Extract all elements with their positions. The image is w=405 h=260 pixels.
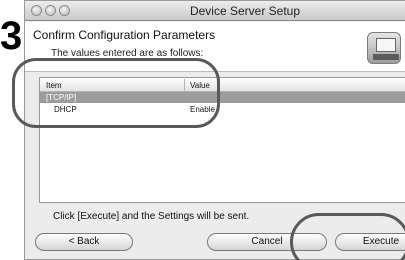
instruction-text: Click [Execute] and the Settings will be… [53,211,250,222]
annotation-highlight-table [12,58,220,128]
computer-setup-icon [367,32,401,64]
annotation-highlight-execute [290,213,405,260]
title-bar: Device Server Setup [25,1,405,21]
page-title: Confirm Configuration Parameters [33,28,216,42]
window-title: Device Server Setup [189,4,301,18]
back-button[interactable]: < Back [35,233,133,251]
